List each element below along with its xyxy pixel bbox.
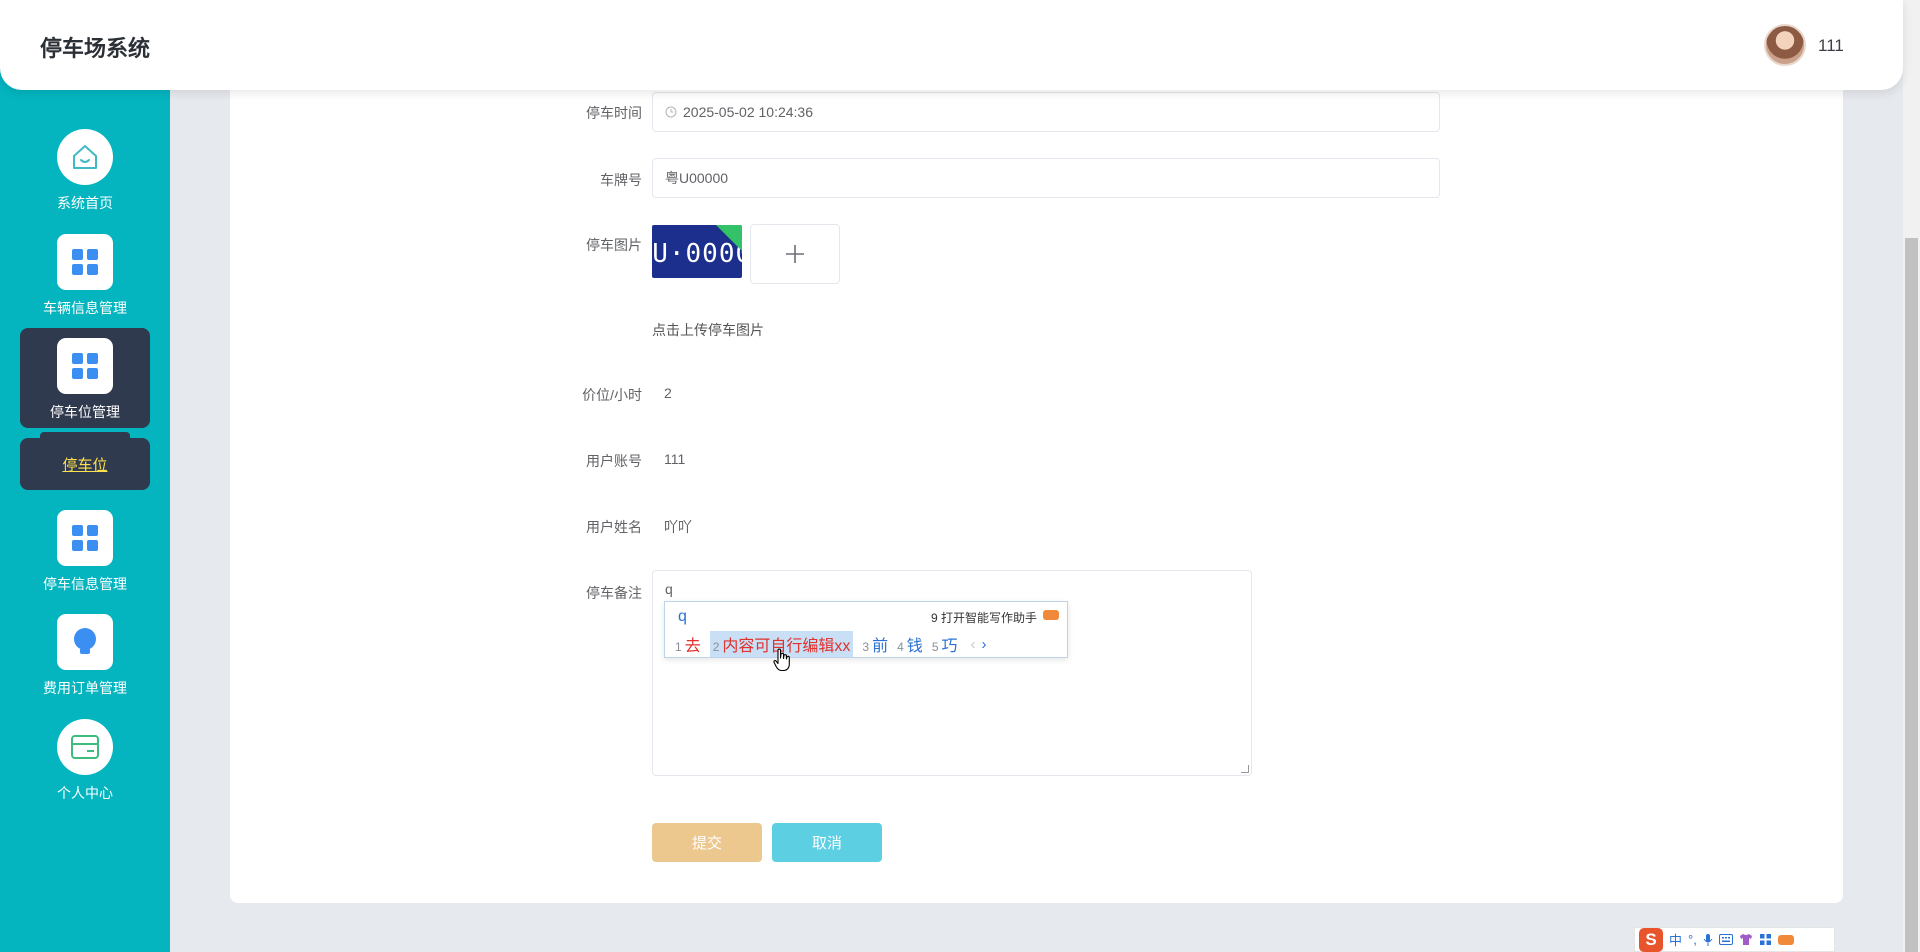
ime-assist-link[interactable]: 9 打开智能写作助手 — [931, 609, 1037, 626]
punctuation-icon[interactable]: °, — [1688, 932, 1697, 947]
submenu-item-parking-space[interactable]: 停车位 — [20, 438, 150, 490]
submit-button[interactable]: 提交 — [652, 823, 762, 862]
skin-icon[interactable] — [1739, 933, 1753, 946]
microphone-icon[interactable] — [1703, 933, 1713, 947]
sidebar: 系统首页 车辆信息管理 停车位管理 停车位 停车信息管理 费用订单管理 个人中心 — [0, 0, 170, 952]
keyboard-icon[interactable] — [1718, 934, 1733, 945]
ime-toolbar: S 中 °, — [1634, 927, 1835, 952]
parking-time-value: 2025-05-02 10:24:36 — [683, 104, 813, 120]
grid-icon — [57, 510, 113, 566]
upload-success-corner — [716, 225, 742, 251]
price-value: 2 — [664, 385, 672, 401]
grid-icon — [57, 234, 113, 290]
sidebar-item-label: 停车位管理 — [50, 404, 120, 420]
sidebar-item-parking-info[interactable]: 停车信息管理 — [20, 510, 150, 594]
sidebar-item-label: 个人中心 — [57, 785, 113, 801]
top-header: 停车场系统 111 — [0, 0, 1903, 90]
sidebar-item-label: 车辆信息管理 — [43, 300, 127, 316]
name-value: 吖吖 — [664, 519, 692, 535]
sidebar-item-personal-center[interactable]: 个人中心 — [20, 719, 150, 803]
plate-label: 车牌号 — [600, 172, 642, 188]
sidebar-item-label: 停车信息管理 — [43, 576, 127, 592]
sidebar-item-label: 费用订单管理 — [43, 680, 127, 696]
card-icon — [57, 719, 113, 775]
assistant-icon — [1043, 610, 1059, 620]
sogou-logo-icon[interactable]: S — [1639, 927, 1663, 952]
ime-candidate[interactable]: 5巧 — [932, 632, 958, 656]
parking-time-field[interactable]: 2025-05-02 10:24:36 — [652, 92, 1440, 132]
home-icon — [57, 129, 113, 185]
photo-label: 停车图片 — [586, 237, 642, 253]
remark-value: q — [665, 581, 673, 597]
clock-icon — [665, 106, 677, 118]
submenu-item-label: 停车位 — [62, 456, 108, 474]
ime-candidates: 1去 2 内容可自行编辑xx 3前 4钱 5巧 ‹ › — [675, 631, 987, 657]
ime-composition: q — [678, 608, 687, 625]
upload-button[interactable] — [750, 224, 840, 284]
ime-candidate[interactable]: 4钱 — [897, 632, 923, 656]
price-label: 价位/小时 — [582, 387, 642, 403]
sidebar-item-parking-spaces[interactable]: 停车位管理 — [20, 328, 150, 428]
ime-candidate-popup: q 9 打开智能写作助手 1去 2 内容可自行编辑xx 3前 4钱 5巧 ‹ › — [664, 601, 1068, 658]
grid-icon — [57, 338, 113, 394]
ime-candidate[interactable]: 3前 — [862, 632, 888, 656]
ime-mode-toggle[interactable]: 中 — [1669, 930, 1682, 949]
account-value: 111 — [664, 451, 686, 467]
sidebar-item-fee-orders[interactable]: 费用订单管理 — [20, 614, 150, 698]
assistant-icon[interactable] — [1777, 934, 1794, 945]
sidebar-item-label: 系统首页 — [57, 195, 113, 211]
plus-icon — [786, 245, 804, 263]
account-label: 用户账号 — [586, 453, 642, 469]
plate-value: 粤U00000 — [665, 170, 729, 186]
ime-prev-icon[interactable]: ‹ — [971, 636, 976, 653]
plate-field[interactable]: 粤U00000 — [652, 158, 1440, 198]
photo-thumbnail[interactable]: 粤U·00000 — [652, 225, 742, 278]
resize-handle[interactable] — [1241, 765, 1249, 773]
name-label: 用户姓名 — [586, 519, 642, 535]
upload-hint: 点击上传停车图片 — [652, 322, 764, 338]
sidebar-item-home[interactable]: 系统首页 — [20, 129, 150, 213]
avatar[interactable] — [1764, 24, 1806, 66]
username[interactable]: 111 — [1818, 36, 1844, 56]
ime-page-nav[interactable]: ‹ › — [971, 636, 987, 653]
parking-time-label: 停车时间 — [586, 105, 642, 121]
ime-candidate[interactable]: 1去 — [675, 632, 701, 656]
ime-next-icon[interactable]: › — [982, 636, 987, 653]
lightbulb-icon — [57, 614, 113, 670]
scrollbar-thumb[interactable] — [1905, 238, 1918, 952]
remark-label: 停车备注 — [586, 585, 642, 601]
hand-pointer-icon — [773, 648, 790, 672]
sidebar-item-vehicles[interactable]: 车辆信息管理 — [20, 234, 150, 318]
toolbox-icon[interactable] — [1759, 933, 1772, 946]
app-title: 停车场系统 — [40, 36, 151, 61]
cancel-button[interactable]: 取消 — [772, 823, 882, 862]
